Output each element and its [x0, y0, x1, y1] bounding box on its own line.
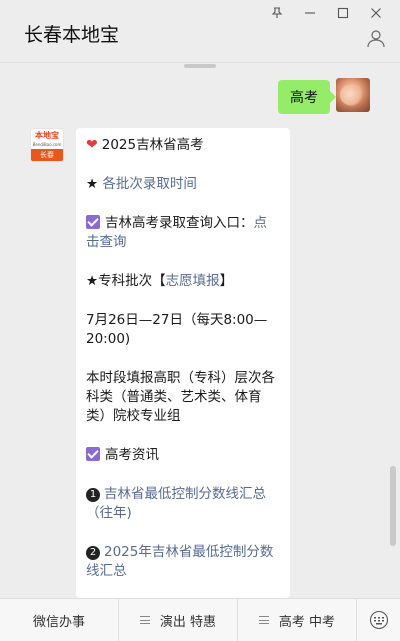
outgoing-message-text: 高考 [290, 90, 318, 106]
chat-title: 长春本地宝 [24, 24, 120, 46]
pin-icon[interactable] [260, 4, 293, 22]
menu-item-exams[interactable]: 高考 中考 [238, 599, 357, 641]
volunteer-fill-link[interactable]: 志愿填报 [166, 273, 220, 289]
number-badge-1: 1 [86, 488, 100, 502]
outgoing-message-bubble[interactable]: 高考 [278, 80, 336, 114]
close-icon[interactable] [359, 4, 392, 22]
article-title-line: ❤ 2025吉林省高考 [86, 136, 280, 155]
query-label: 吉林高考录取查询入口： [105, 215, 254, 231]
bottom-menu: 微信办事 演出 特惠 高考 中考 [0, 598, 400, 641]
profile-icon[interactable] [366, 28, 386, 48]
header-divider [0, 62, 400, 63]
keyboard-icon [369, 610, 388, 630]
menu-item-label: 微信办事 [32, 614, 85, 630]
score-line-2025-link[interactable]: 2025年吉林省最低控制分数线汇总 [86, 544, 273, 579]
official-account-avatar[interactable]: 本地宝 BendiBao.com 长春 [30, 128, 64, 162]
zhuanke-suffix: 】 [219, 273, 234, 289]
logo-text-bottom: 长春 [31, 149, 63, 161]
submenu-icon [139, 616, 150, 624]
my-avatar[interactable] [336, 78, 370, 112]
window-controls [260, 4, 392, 22]
checkbox-icon [86, 215, 100, 229]
number-badge-2: 2 [86, 546, 100, 560]
title-bar: 长春本地宝 [0, 0, 400, 62]
news-item-2: 2 2025年吉林省最低控制分数线汇总 [86, 543, 280, 581]
logo-text-top: 本地宝 [35, 131, 59, 140]
official-account-message-bubble: ❤ 2025吉林省高考 ★ 各批次录取时间 吉林高考录取查询入口：点击查询 ★专科… [76, 128, 290, 598]
date-text: 7月26日—27日（每天8:00—20:00) [86, 312, 268, 347]
heart-icon: ❤ [86, 137, 98, 153]
menu-item-shows-deals[interactable]: 演出 特惠 [119, 599, 238, 641]
star-line: ★ 各批次录取时间 [86, 175, 280, 194]
zhuanke-line: ★专科批次【志愿填报】 [86, 272, 280, 291]
menu-item-label: 高考 中考 [278, 614, 336, 630]
description-text: 本时段填报高职（专科）层次各科类（普通类、艺术类、体育类）院校专业组 [86, 370, 275, 424]
query-line: 吉林高考录取查询入口：点击查询 [86, 214, 280, 252]
star-icon: ★ [86, 176, 103, 192]
minimize-icon[interactable] [293, 4, 326, 22]
load-more-indicator [184, 64, 216, 68]
article-title: 2025吉林省高考 [101, 137, 204, 153]
zhuanke-prefix: ★专科批次【 [86, 273, 166, 289]
news-line: 高考资讯 [86, 446, 280, 465]
news-label: 高考资讯 [105, 447, 159, 463]
logo-text-mid: BendiBao.com [32, 142, 62, 147]
menu-item-label: 演出 特惠 [159, 614, 217, 630]
maximize-icon[interactable] [326, 4, 359, 22]
chat-scrollbar[interactable] [390, 466, 396, 546]
keyboard-switch-button[interactable] [357, 599, 400, 641]
menu-item-wechat-service[interactable]: 微信办事 [0, 599, 119, 641]
news-item-1: 1 吉林省最低控制分数线汇总（往年) [86, 485, 280, 523]
submenu-icon [258, 616, 269, 624]
admission-time-link[interactable]: 各批次录取时间 [102, 176, 197, 192]
checkbox-icon [86, 447, 100, 461]
score-line-history-link[interactable]: 吉林省最低控制分数线汇总（往年) [86, 486, 266, 521]
